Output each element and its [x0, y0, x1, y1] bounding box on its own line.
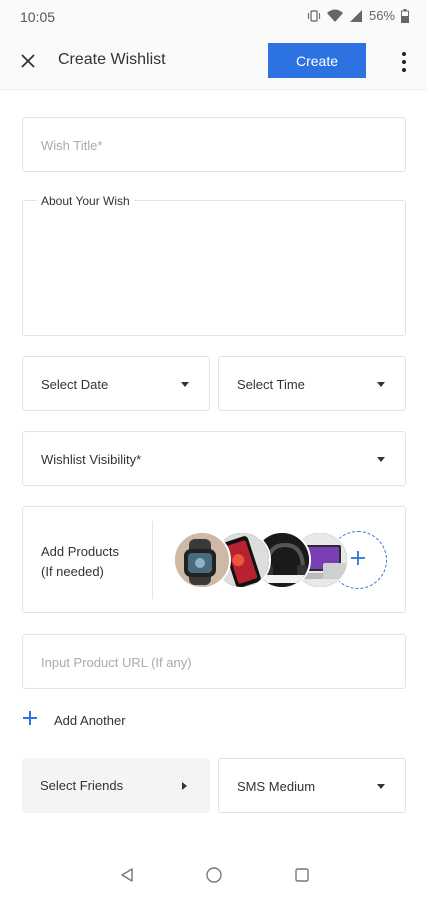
product-thumb-smartwatch[interactable] — [173, 531, 231, 589]
add-another-button[interactable]: Add Another — [22, 708, 152, 732]
vibrate-icon — [307, 9, 321, 23]
add-products-line1: Add Products — [41, 544, 120, 559]
wish-title-placeholder: Wish Title* — [41, 138, 103, 153]
close-icon — [19, 52, 37, 75]
page-title: Create Wishlist — [58, 51, 166, 68]
select-friends-button[interactable]: Select Friends — [22, 758, 210, 813]
more-vert-icon[interactable] — [394, 48, 414, 76]
products-divider — [152, 521, 153, 599]
status-icons: 56% — [307, 8, 409, 23]
chevron-down-icon — [181, 382, 189, 387]
status-time: 10:05 — [20, 9, 56, 25]
wishlist-visibility-dropdown[interactable]: Wishlist Visibility* — [22, 431, 406, 486]
visibility-label: Wishlist Visibility* — [41, 452, 142, 467]
add-products-label: Add Products (If needed) — [41, 542, 119, 582]
select-date-label: Select Date — [41, 377, 109, 392]
battery-icon — [401, 8, 409, 23]
about-wish-textarea[interactable]: About Your Wish — [22, 194, 406, 336]
plus-icon — [349, 549, 367, 572]
home-circle-icon[interactable] — [203, 864, 225, 886]
select-date-dropdown[interactable]: Select Date — [22, 356, 210, 411]
select-time-dropdown[interactable]: Select Time — [218, 356, 406, 411]
chevron-down-icon — [377, 457, 385, 462]
chevron-right-icon — [182, 782, 187, 790]
select-friends-label: Select Friends — [40, 778, 124, 793]
signal-icon — [349, 9, 363, 23]
back-triangle-icon[interactable] — [116, 864, 138, 886]
sms-medium-label: SMS Medium — [237, 779, 316, 794]
add-another-label: Add Another — [54, 712, 126, 728]
about-wish-label: About Your Wish — [37, 194, 134, 208]
select-time-label: Select Time — [237, 377, 305, 392]
app-bar: Create Wishlist Create — [0, 36, 427, 90]
chevron-down-icon — [377, 784, 385, 789]
product-url-input[interactable]: Input Product URL (If any) — [22, 634, 406, 689]
add-products-line2: (If needed) — [41, 564, 104, 579]
chevron-down-icon — [377, 382, 385, 387]
sms-medium-dropdown[interactable]: SMS Medium — [218, 758, 406, 813]
create-button[interactable]: Create — [268, 43, 366, 78]
add-products-panel: Add Products (If needed) — [22, 506, 406, 613]
url-placeholder: Input Product URL (If any) — [41, 655, 192, 670]
system-nav-bar — [0, 848, 427, 900]
wifi-icon — [326, 9, 343, 23]
status-bar: 10:05 56% — [0, 0, 427, 36]
battery-percent: 56% — [368, 8, 395, 23]
plus-icon — [22, 710, 38, 731]
wish-title-field[interactable]: Wish Title* — [22, 117, 406, 172]
recents-square-icon[interactable] — [291, 864, 313, 886]
close-button[interactable] — [14, 49, 42, 77]
